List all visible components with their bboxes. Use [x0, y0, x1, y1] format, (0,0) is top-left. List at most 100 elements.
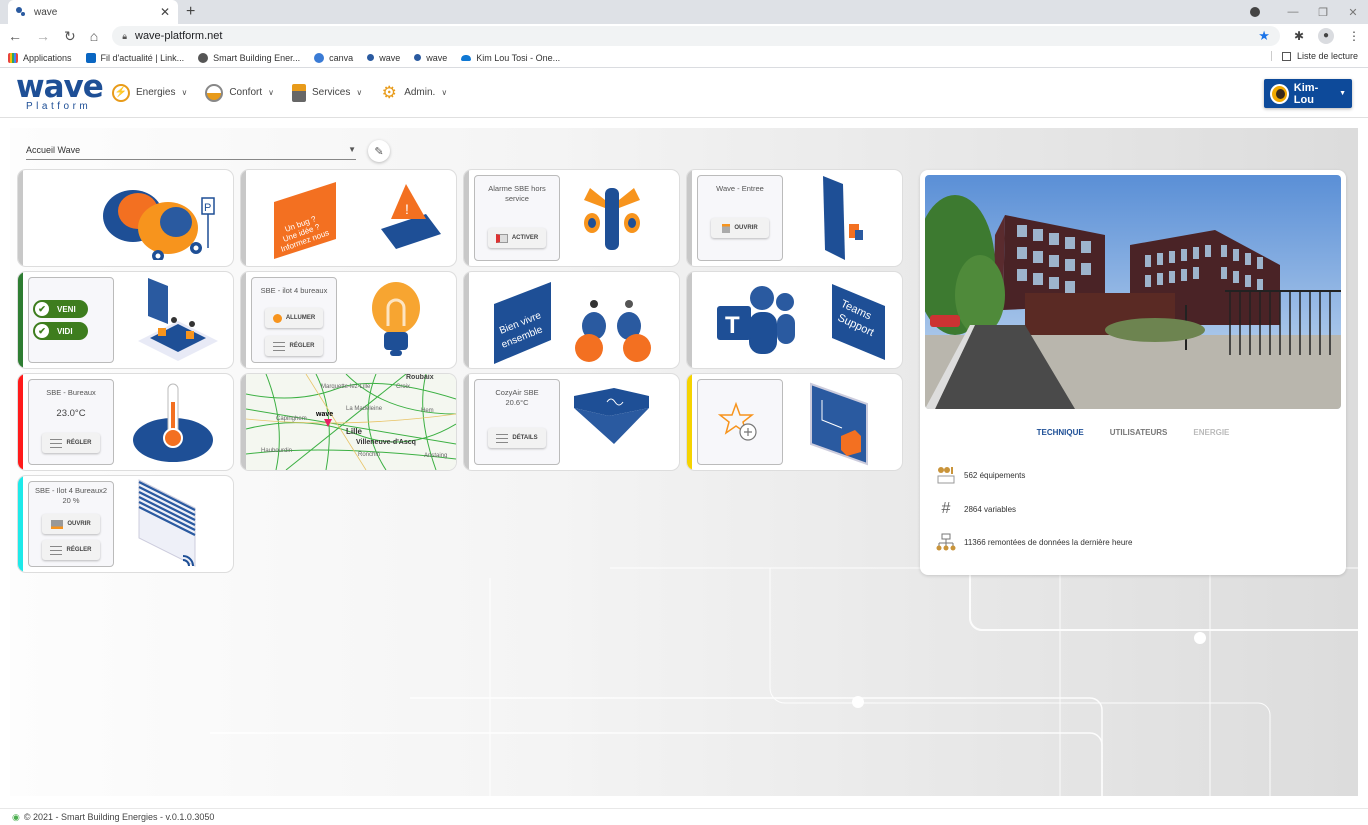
address-bar-row: ← → ↻ ⌂ 🔒︎ wave-platform.net ★ ✱ ● ⋮	[0, 24, 1368, 48]
tab-energie[interactable]: ENERGIE	[1193, 428, 1229, 437]
bookmark-sbe[interactable]: Smart Building Ener...	[198, 52, 300, 63]
live-together-illustration: Bien vivre ensemble	[494, 282, 651, 364]
nav-admin[interactable]: ⚙ Admin. ∨	[380, 83, 448, 102]
device-label: Wave - Entree	[716, 184, 764, 193]
nav-services[interactable]: Services ∨	[291, 83, 363, 102]
open-door-button[interactable]: OUVRIR	[711, 218, 769, 238]
browser-tab[interactable]: wave ✕	[8, 0, 178, 24]
media-record-icon[interactable]	[1250, 7, 1260, 17]
svg-text:Capinghem: Capinghem	[276, 416, 307, 422]
star-add-icon	[718, 401, 757, 441]
activate-button[interactable]: ACTIVER	[488, 228, 546, 248]
close-window-button[interactable]: ✕	[1338, 6, 1368, 19]
map-view[interactable]: Marquette-lez-Lille La Madeleine Lille V…	[246, 374, 456, 470]
tile-add-favorite[interactable]	[687, 374, 902, 470]
light-on-button[interactable]: ALLUMER	[265, 308, 323, 328]
tile-live-together[interactable]: Bien vivre ensemble	[464, 272, 679, 368]
menu-kebab-icon[interactable]: ⋮	[1348, 29, 1360, 43]
tile-bug-report[interactable]: Un bug ? Une idée ? Informez nous !	[241, 170, 456, 266]
bookmark-onedrive[interactable]: Kim Lou Tosi - One...	[461, 53, 560, 63]
tile-parking[interactable]: P	[18, 170, 233, 266]
tile-blinds[interactable]: SBE - Ilot 4 Bureaux2 20 % OUVRIR RÉGLER	[18, 476, 233, 572]
user-menu-button[interactable]: Kim-Lou ▼	[1264, 79, 1352, 108]
connection-status-icon: ◉	[12, 811, 20, 822]
floor-plan-illustration	[810, 382, 868, 466]
tile-alarm[interactable]: Alarme SBE hors service ACTIVER	[464, 170, 679, 266]
globe-icon	[198, 52, 209, 63]
device-label: Alarme SBE hors service	[488, 184, 546, 203]
tile-accent-bar	[687, 272, 692, 368]
adjust-button[interactable]: RÉGLER	[265, 336, 323, 356]
bookmark-applications[interactable]: Applications	[8, 52, 72, 63]
tile-meeting[interactable]: ✔ VENI ✔ VIDI	[18, 272, 233, 368]
main-nav: ⚡ Energies ∨ Confort ∨ Services ∨ ⚙ Admin. ∨	[112, 83, 448, 102]
svg-text:Ronchin: Ronchin	[358, 452, 380, 458]
bookmark-wave-2[interactable]: wave	[414, 53, 447, 63]
nav-confort[interactable]: Confort ∨	[205, 83, 274, 102]
close-tab-icon[interactable]: ✕	[160, 5, 170, 19]
wave-favicon-icon	[16, 7, 26, 17]
svg-text:Hem: Hem	[421, 408, 434, 414]
tile-accent-bar	[464, 374, 469, 470]
tile-temperature[interactable]: SBE - Bureaux 23.0°C RÉGLER	[18, 374, 233, 470]
hash-icon: #	[941, 500, 951, 517]
chevron-down-icon: ∨	[268, 88, 274, 97]
reload-button[interactable]: ↻	[64, 28, 76, 45]
dashboard-select[interactable]: Accueil Wave ▼	[26, 140, 356, 160]
veni-toggle[interactable]: ✔ VENI	[33, 300, 88, 318]
restore-button[interactable]: ❐	[1308, 6, 1338, 19]
tile-cozyair[interactable]: CozyAir SBE 20.6°C DÉTAILS	[464, 374, 679, 470]
adjust-button[interactable]: RÉGLER	[42, 433, 100, 453]
comfort-icon	[205, 83, 224, 102]
device-label: SBE - Ilot 4 Bureaux2	[34, 486, 108, 495]
window-blinds-illustration	[138, 479, 196, 567]
forward-button[interactable]: →	[36, 28, 50, 44]
wave-platform-logo[interactable]: wave Platform	[16, 71, 104, 113]
bookmark-star-icon[interactable]: ★	[1258, 28, 1270, 44]
energy-icon: ⚡	[112, 83, 130, 102]
app-header: wave Platform ⚡ Energies ∨ Confort ∨ Servi…	[0, 68, 1368, 118]
bookmark-linkedin[interactable]: Fil d'actualité | Link...	[85, 52, 184, 63]
sliders-icon	[50, 438, 63, 448]
tile-accent-bar	[18, 272, 23, 368]
url-field[interactable]: 🔒︎ wave-platform.net ★	[112, 26, 1280, 46]
linkedin-icon	[85, 52, 96, 63]
tab-technique[interactable]: TECHNIQUE	[1037, 428, 1084, 437]
pencil-icon: ✎	[374, 145, 384, 158]
stat-variables: # 2864 variables	[936, 500, 1017, 518]
new-tab-button[interactable]: +	[186, 3, 195, 21]
adjust-button[interactable]: RÉGLER	[42, 540, 100, 560]
tile-lighting[interactable]: SBE - ilot 4 bureaux ALLUMER RÉGLER	[241, 272, 456, 368]
browser-tab-bar: wave ✕ + — ❐ ✕	[0, 0, 1368, 24]
tile-entrance[interactable]: Wave - Entree OUVRIR	[687, 170, 902, 266]
minimize-button[interactable]: —	[1278, 6, 1308, 18]
tile-control-panel: Wave - Entree OUVRIR	[697, 175, 783, 261]
home-button[interactable]: ⌂	[90, 28, 98, 44]
bookmark-wave-1[interactable]: wave	[367, 53, 400, 63]
add-favorite-button[interactable]	[697, 379, 783, 465]
door-opener-icon	[722, 223, 731, 233]
temperature-value: 23.0°C	[56, 408, 86, 419]
avatar	[1270, 83, 1289, 104]
tile-accent-bar	[18, 476, 23, 572]
svg-text:P: P	[204, 202, 211, 214]
caret-down-icon: ▼	[1339, 90, 1346, 97]
bookmark-canva[interactable]: canva	[314, 52, 353, 63]
tile-map[interactable]: Marquette-lez-Lille La Madeleine Lille V…	[241, 374, 456, 470]
services-icon	[291, 83, 306, 102]
device-label: SBE - ilot 4 bureaux	[260, 286, 328, 295]
extensions-icon[interactable]: ✱	[1294, 29, 1304, 43]
reading-list-icon	[1281, 51, 1291, 61]
back-button[interactable]: ←	[8, 28, 22, 44]
profile-icon[interactable]: ●	[1318, 28, 1334, 44]
edit-dashboard-button[interactable]: ✎	[368, 140, 390, 162]
nav-energies[interactable]: ⚡ Energies ∨	[112, 83, 187, 102]
bulb-icon	[272, 313, 282, 323]
details-button[interactable]: DÉTAILS	[488, 428, 546, 448]
open-blinds-button[interactable]: OUVRIR	[42, 514, 100, 534]
vidi-toggle[interactable]: ✔ VIDI	[33, 322, 88, 340]
tab-utilisateurs[interactable]: UTILISATEURS	[1110, 428, 1168, 437]
tile-teams[interactable]: T Teams Support	[687, 272, 902, 368]
reading-list-button[interactable]: Liste de lecture	[1270, 51, 1358, 61]
chevron-down-icon: ∨	[356, 88, 363, 97]
